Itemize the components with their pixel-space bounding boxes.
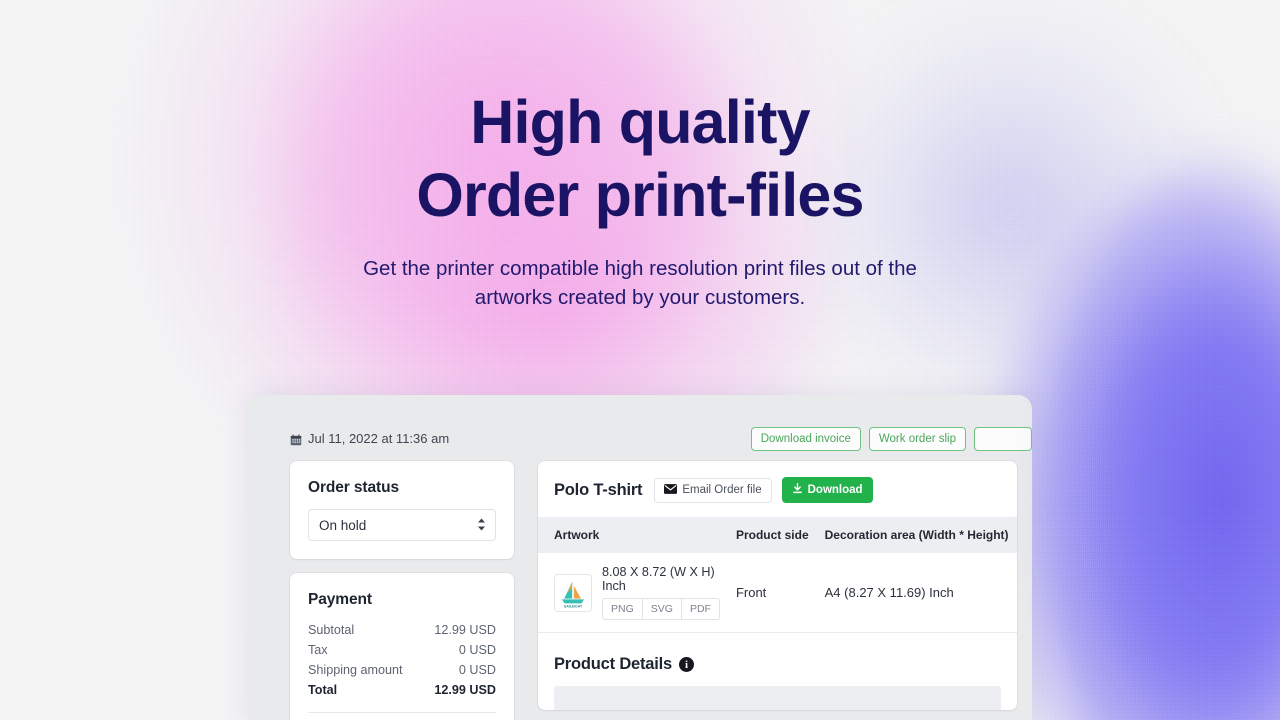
product-header: Polo T-shirt Email Order file Download [538, 477, 1017, 517]
payment-label-tax: Tax [308, 643, 328, 657]
payment-value-total: 12.99 USD [434, 683, 496, 697]
artwork-table-header-row: Artwork Product side Decoration area (Wi… [538, 517, 1017, 553]
payment-rows: Subtotal 12.99 USD Tax 0 USD Shipping am… [308, 620, 496, 700]
order-status-selected-value: On hold [319, 517, 367, 533]
product-details-title: Product Details [554, 655, 673, 673]
download-invoice-button[interactable]: Download invoice [750, 427, 861, 451]
cell-product-side: Front [727, 553, 817, 633]
calendar-icon [290, 433, 302, 446]
order-sidebar: Order status On hold Payment Subtotal 12… [290, 461, 514, 720]
order-status-select[interactable]: On hold [308, 509, 496, 541]
format-svg-button[interactable]: SVG [641, 598, 681, 620]
order-topbar: Jul 11, 2022 at 11:36 am Download invoic… [248, 395, 1032, 461]
product-name: Polo T-shirt [554, 480, 643, 499]
work-order-slip-button[interactable]: Work order slip [868, 427, 966, 451]
cell-artwork: SAILBOAT 8.08 X 8.72 (W X H) Inch PNG SV… [538, 553, 728, 633]
order-status-card: Order status On hold [290, 461, 514, 559]
order-main: Polo T-shirt Email Order file Download A… [538, 461, 1017, 710]
payment-row-shipping: Shipping amount 0 USD [308, 660, 496, 680]
col-decoration-area: Decoration area (Width * Height) [816, 517, 1017, 553]
table-row: SAILBOAT 8.08 X 8.72 (W X H) Inch PNG SV… [538, 553, 1017, 633]
app-mockup-panel: Jul 11, 2022 at 11:36 am Download invoic… [248, 395, 1032, 720]
artwork-format-group: PNG SVG PDF [602, 598, 720, 620]
payment-row-total: Total 12.99 USD [308, 680, 496, 700]
payment-card: Payment Subtotal 12.99 USD Tax 0 USD Shi… [290, 573, 514, 720]
email-order-file-button[interactable]: Email Order file [654, 477, 772, 503]
order-date-text: Jul 11, 2022 at 11:36 am [308, 431, 450, 446]
artwork-table-head: Artwork Product side Decoration area (Wi… [538, 517, 1017, 553]
payment-label-shipping: Shipping amount [308, 663, 403, 677]
artwork-table-body: SAILBOAT 8.08 X 8.72 (W X H) Inch PNG SV… [538, 553, 1017, 633]
payment-row-subtotal: Subtotal 12.99 USD [308, 620, 496, 640]
order-columns: Order status On hold Payment Subtotal 12… [248, 461, 1032, 720]
payment-value-shipping: 0 USD [458, 663, 496, 677]
format-pdf-button[interactable]: PDF [680, 598, 720, 620]
artwork-size: 8.08 X 8.72 (W X H) Inch [602, 565, 715, 593]
payment-row-tax: Tax 0 USD [308, 640, 496, 660]
payment-value-subtotal: 12.99 USD [434, 623, 496, 637]
email-order-file-label: Email Order file [682, 484, 762, 496]
cell-decoration-area: A4 (8.27 X 11.69) Inch [816, 553, 1017, 633]
artwork-info: 8.08 X 8.72 (W X H) Inch PNG SVG PDF [602, 565, 720, 620]
payment-value-tax: 0 USD [458, 643, 496, 657]
page-subtitle-line-2: artworks created by your customers. [474, 286, 806, 309]
hero-section: High quality Order print-files Get the p… [0, 0, 1280, 312]
payment-divider [308, 712, 496, 713]
col-artwork: Artwork [538, 517, 728, 553]
col-product-side: Product side [727, 517, 817, 553]
download-order-file-button[interactable]: Download [781, 477, 873, 503]
topbar-action-button-3[interactable] [974, 427, 1032, 451]
topbar-actions: Download invoice Work order slip [750, 427, 1032, 451]
artwork-table: Artwork Product side Decoration area (Wi… [538, 517, 1017, 633]
format-png-button[interactable]: PNG [602, 598, 642, 620]
svg-text:SAILBOAT: SAILBOAT [564, 604, 583, 608]
info-icon[interactable]: i [679, 657, 695, 672]
order-date: Jul 11, 2022 at 11:36 am [290, 431, 449, 446]
product-details-header: Product Details i [538, 633, 1017, 686]
product-details-table-header [554, 686, 1001, 710]
envelope-icon [664, 483, 678, 497]
order-status-title: Order status [308, 479, 399, 496]
product-card: Polo T-shirt Email Order file Download A… [538, 461, 1017, 710]
page-subtitle: Get the printer compatible high resoluti… [0, 232, 1280, 312]
download-icon [792, 482, 803, 497]
page-title-line-1: High quality [470, 88, 810, 156]
page-title-line-2: Order print-files [416, 161, 864, 229]
download-order-file-label: Download [807, 484, 863, 496]
order-status-select-wrap: On hold [308, 509, 496, 541]
page-subtitle-line-1: Get the printer compatible high resoluti… [363, 257, 917, 280]
page-title: High quality Order print-files [0, 0, 1280, 232]
payment-label-subtotal: Subtotal [308, 623, 355, 637]
artwork-cell: SAILBOAT 8.08 X 8.72 (W X H) Inch PNG SV… [554, 565, 720, 620]
sailboat-logo-icon[interactable]: SAILBOAT [554, 573, 592, 612]
payment-label-total: Total [308, 683, 338, 697]
payment-title: Payment [308, 591, 372, 608]
